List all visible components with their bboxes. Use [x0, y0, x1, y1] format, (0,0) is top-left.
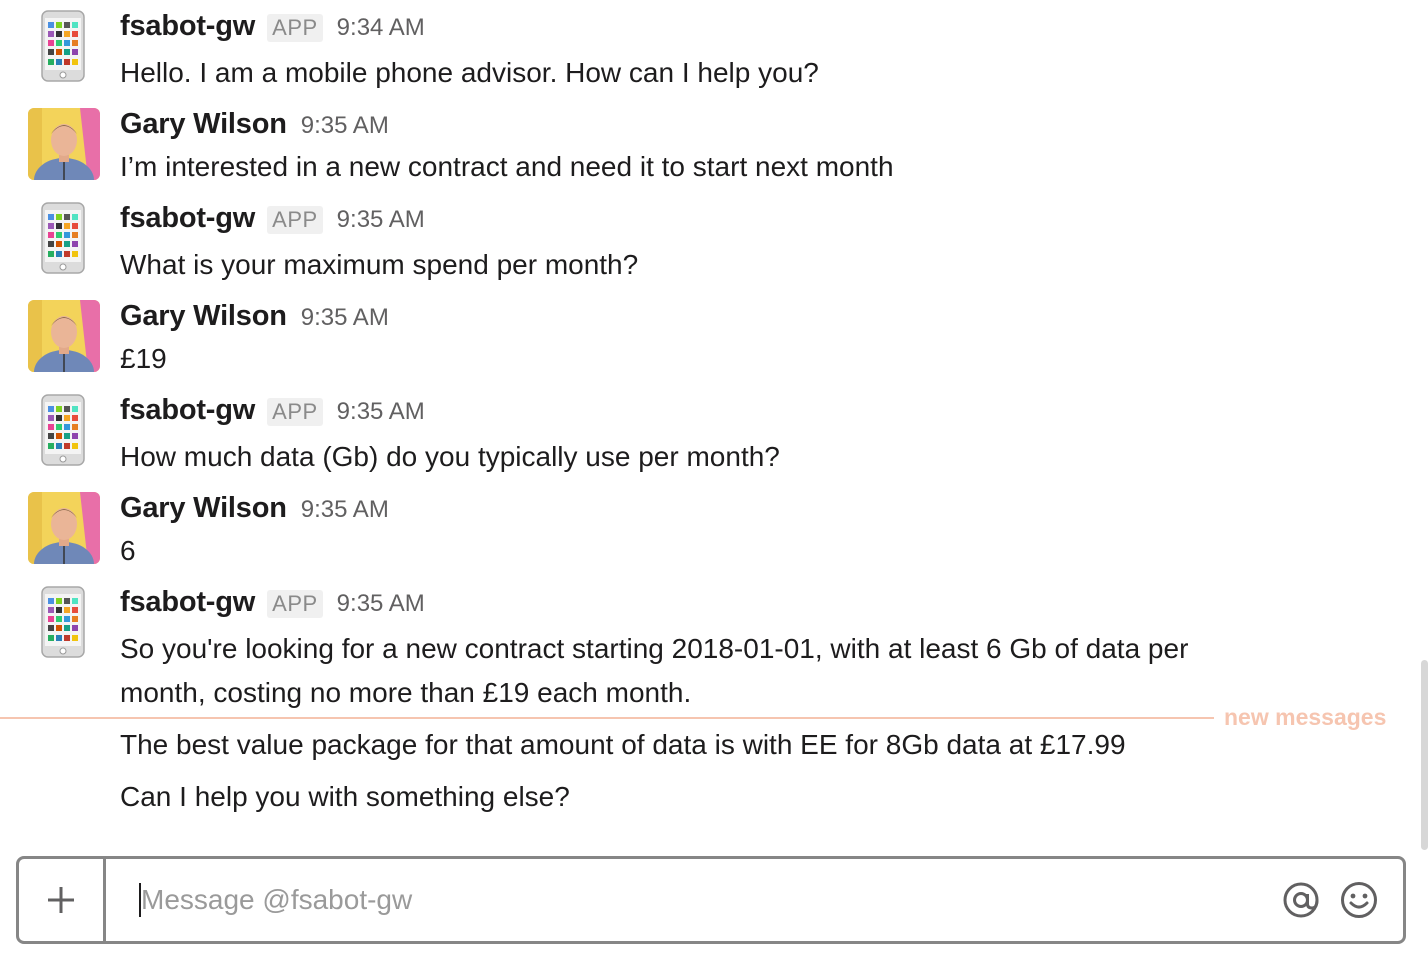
scrollbar-thumb[interactable] [1421, 660, 1428, 850]
author-name[interactable]: Gary Wilson [120, 492, 287, 525]
message-header: Gary Wilson 9:35 AM [120, 492, 389, 525]
message-text: I’m interested in a new contract and nee… [120, 151, 894, 182]
message-text: What is your maximum spend per month? [120, 249, 639, 280]
message-text: So you're looking for a new contract sta… [120, 633, 1189, 664]
author-name[interactable]: fsabot-gw [120, 202, 255, 235]
message-header: fsabot-gw APP 9:35 AM [120, 586, 425, 619]
author-name[interactable]: fsabot-gw [120, 10, 255, 43]
emoji-button[interactable] [1337, 878, 1381, 922]
message-text: 6 [120, 535, 136, 566]
attach-button[interactable] [19, 859, 106, 941]
message-text: month, costing no more than £19 each mon… [120, 677, 692, 708]
mobile-phone-icon [41, 394, 85, 466]
timestamp[interactable]: 9:35 AM [301, 304, 389, 332]
message-header: fsabot-gw APP 9:34 AM [120, 10, 425, 43]
message-header: fsabot-gw APP 9:35 AM [120, 394, 425, 427]
user-photo [28, 108, 100, 180]
timestamp[interactable]: 9:35 AM [301, 112, 389, 140]
author-name[interactable]: fsabot-gw [120, 394, 255, 427]
mention-button[interactable] [1279, 878, 1323, 922]
message-text: Hello. I am a mobile phone advisor. How … [120, 57, 819, 88]
message-header: Gary Wilson 9:35 AM [120, 108, 389, 141]
author-name[interactable]: Gary Wilson [120, 108, 287, 141]
user-photo [28, 300, 100, 372]
mobile-phone-icon [41, 202, 85, 274]
message-composer [16, 856, 1406, 944]
message-input[interactable] [123, 859, 1263, 941]
chat-window: fsabot-gw APP 9:34 AM Hello. I am a mobi… [0, 0, 1428, 962]
user-avatar[interactable] [28, 108, 100, 180]
mobile-phone-icon [41, 10, 85, 82]
message-text: Can I help you with something else? [120, 781, 570, 812]
smiley-face-icon [1341, 882, 1377, 918]
author-name[interactable]: fsabot-gw [120, 586, 255, 619]
timestamp[interactable]: 9:35 AM [301, 496, 389, 524]
bot-avatar[interactable] [28, 394, 100, 466]
text-caret [139, 883, 141, 917]
app-badge: APP [267, 398, 323, 426]
timestamp[interactable]: 9:35 AM [337, 206, 425, 234]
bot-avatar[interactable] [28, 10, 100, 82]
app-badge: APP [267, 590, 323, 618]
app-badge: APP [267, 206, 323, 234]
user-avatar[interactable] [28, 492, 100, 564]
timestamp[interactable]: 9:35 AM [337, 590, 425, 618]
bot-avatar[interactable] [28, 202, 100, 274]
message-header: Gary Wilson 9:35 AM [120, 300, 389, 333]
message-text: £19 [120, 343, 167, 374]
at-sign-icon [1283, 882, 1319, 918]
app-badge: APP [267, 14, 323, 42]
author-name[interactable]: Gary Wilson [120, 300, 287, 333]
timestamp[interactable]: 9:34 AM [337, 14, 425, 42]
mobile-phone-icon [41, 586, 85, 658]
user-avatar[interactable] [28, 300, 100, 372]
timestamp[interactable]: 9:35 AM [337, 398, 425, 426]
plus-icon [48, 887, 74, 913]
new-messages-divider [0, 717, 1214, 719]
message-header: fsabot-gw APP 9:35 AM [120, 202, 425, 235]
new-messages-label: new messages [1224, 704, 1387, 730]
message-text: The best value package for that amount o… [120, 729, 1126, 760]
user-photo [28, 492, 100, 564]
message-text: How much data (Gb) do you typically use … [120, 441, 780, 472]
bot-avatar[interactable] [28, 586, 100, 658]
